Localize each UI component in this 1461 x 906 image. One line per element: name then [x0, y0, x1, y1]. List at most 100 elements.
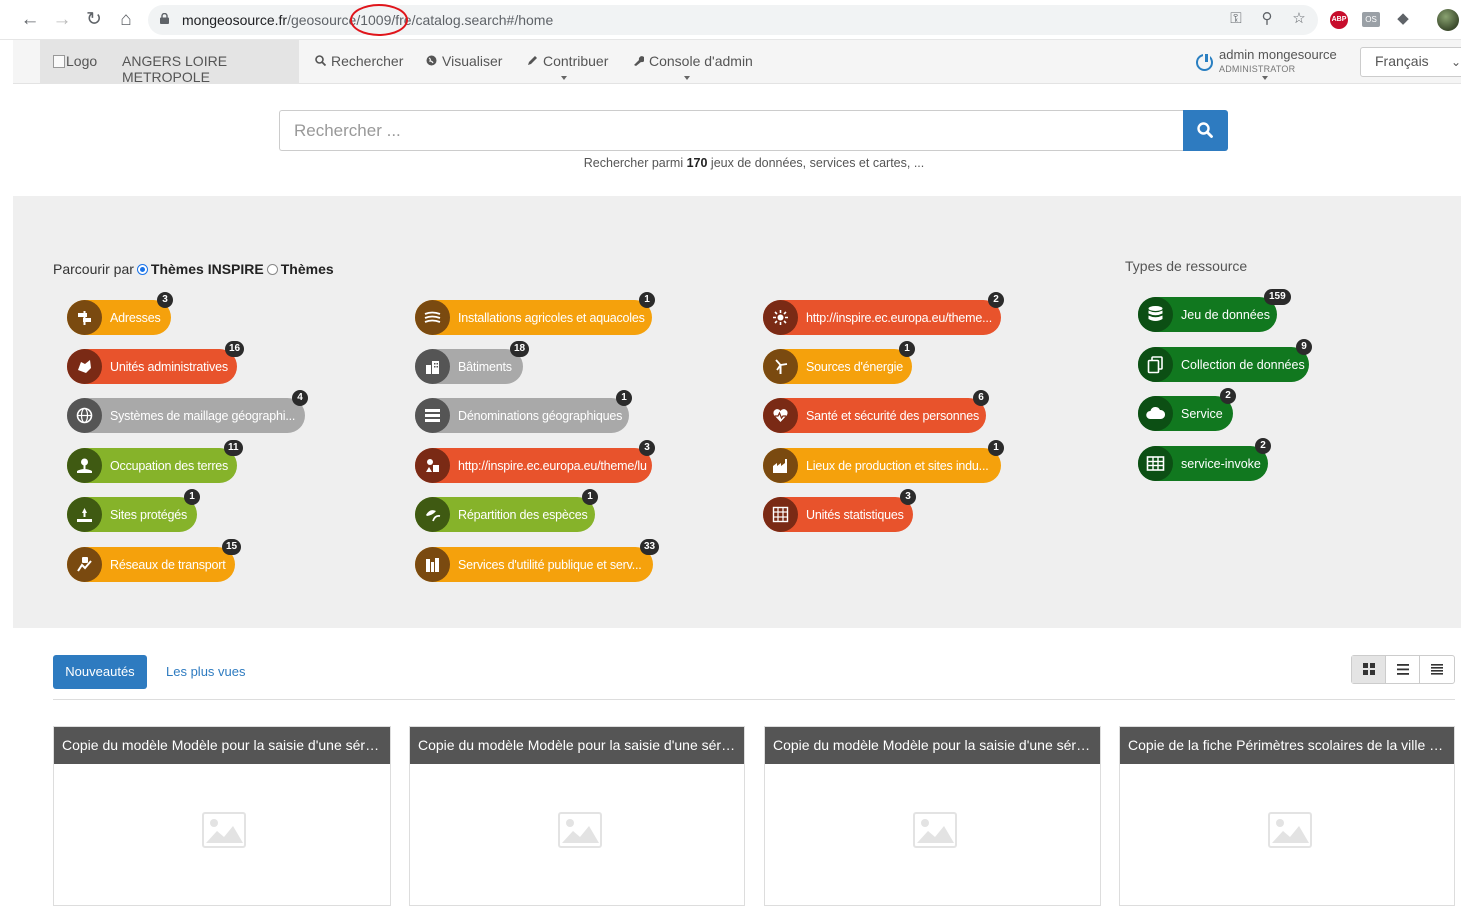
compact-view-button[interactable]	[1420, 656, 1454, 683]
theme-label: http://inspire.ec.europa.eu/theme/lu	[458, 459, 647, 473]
image-placeholder-icon	[913, 812, 957, 848]
theme-occupation-terres[interactable]: Occupation des terres 11	[67, 440, 243, 483]
theme-reseaux-transport[interactable]: Réseaux de transport 15	[67, 539, 242, 582]
menu-console-admin[interactable]: Console d'admin	[633, 53, 753, 69]
pencil-icon	[527, 55, 538, 69]
theme-count: 1	[639, 292, 655, 308]
theme-denominations-geographiques[interactable]: Dénominations géographiques 1	[415, 390, 632, 433]
menu-label: Contribuer	[543, 53, 609, 69]
type-service[interactable]: Service 2	[1138, 388, 1236, 431]
record-card[interactable]: Copie de la fiche Périmètres scolaires d…	[1119, 726, 1455, 906]
type-service-invoke[interactable]: service-invoke 2	[1138, 438, 1271, 481]
extension-diamond-icon[interactable]: ◆	[1394, 10, 1412, 28]
theme-installations-agricoles[interactable]: Installations agricoles et aquacoles 1	[415, 292, 655, 335]
copy-icon	[1138, 347, 1173, 382]
key-icon[interactable]: ⚿	[1227, 10, 1245, 28]
chevron-down-icon	[684, 76, 690, 80]
theme-sante-securite[interactable]: Santé et sécurité des personnes 6	[763, 390, 989, 433]
theme-label: Installations agricoles et aquacoles	[458, 311, 645, 325]
species-icon	[415, 497, 450, 532]
theme-lieux-production[interactable]: Lieux de production et sites indu... 1	[763, 440, 1004, 483]
theme-adresses[interactable]: Adresses 3	[67, 292, 173, 335]
menu-rechercher[interactable]: Rechercher	[315, 53, 403, 69]
org-name: ANGERS LOIRE METROPOLE	[122, 53, 228, 85]
type-collection-de-donnees[interactable]: Collection de données 9	[1138, 339, 1312, 382]
theme-count: 18	[510, 341, 530, 357]
menu-label: Visualiser	[442, 53, 503, 69]
browser-toolbar: ← → ↻ ⌂ mongeosource.fr/geosource/1009/f…	[0, 0, 1461, 40]
table-icon	[1138, 446, 1173, 481]
card-title[interactable]: Copie du modèle Modèle pour la saisie d'…	[765, 727, 1100, 764]
type-label: Collection de données	[1181, 358, 1305, 372]
search-button[interactable]	[1183, 110, 1228, 151]
home-icon[interactable]: ⌂	[114, 8, 138, 32]
tab-plus-vues[interactable]: Les plus vues	[166, 664, 246, 679]
tabs-divider	[53, 699, 1455, 700]
address-sign-icon	[67, 300, 102, 335]
theme-count: 4	[292, 390, 308, 406]
url-highlight-circle	[350, 4, 408, 36]
theme-sources-energie[interactable]: Sources d'énergie 1	[763, 341, 915, 384]
brand[interactable]: Logo ANGERS LOIRE METROPOLE	[40, 40, 299, 85]
record-card[interactable]: Copie du modèle Modèle pour la saisie d'…	[764, 726, 1101, 906]
search-hint: Rechercher parmi 170 jeux de données, se…	[0, 156, 1461, 170]
adblock-icon[interactable]: ABP	[1330, 11, 1348, 29]
theme-inspire-lu[interactable]: http://inspire.ec.europa.eu/theme/lu 3	[415, 440, 655, 483]
resource-types-title: Types de ressource	[1125, 258, 1248, 274]
card-title[interactable]: Copie de la fiche Périmètres scolaires d…	[1120, 727, 1454, 764]
forward-icon[interactable]: →	[50, 8, 74, 32]
radio-inspire[interactable]	[136, 264, 148, 275]
record-card[interactable]: Copie du modèle Modèle pour la saisie d'…	[53, 726, 391, 906]
cloud-icon	[1138, 396, 1173, 431]
theme-count: 11	[224, 440, 243, 456]
names-list-icon	[415, 398, 450, 433]
menu-visualiser[interactable]: Visualiser	[426, 53, 502, 69]
environment-icon	[763, 300, 798, 335]
record-card[interactable]: Copie du modèle Modèle pour la saisie d'…	[409, 726, 745, 906]
theme-sites-proteges[interactable]: Sites protégés 1	[67, 489, 200, 532]
option-inspire-label[interactable]: Thèmes INSPIRE	[151, 261, 264, 277]
back-icon[interactable]: ←	[18, 8, 42, 32]
theme-unites-statistiques[interactable]: Unités statistiques 3	[763, 489, 916, 532]
profile-avatar[interactable]	[1437, 9, 1459, 31]
option-themes-label[interactable]: Thèmes	[281, 261, 334, 277]
theme-services-utilite-publique[interactable]: Services d'utilité publique et serv... 3…	[415, 539, 660, 582]
star-icon[interactable]: ☆	[1290, 10, 1308, 28]
card-title[interactable]: Copie du modèle Modèle pour la saisie d'…	[54, 727, 390, 764]
theme-label: Lieux de production et sites indu...	[806, 459, 989, 473]
theme-unites-administratives[interactable]: Unités administratives 16	[67, 341, 245, 384]
menu-contribuer[interactable]: Contribuer	[527, 53, 608, 69]
theme-repartition-especes[interactable]: Répartition des espèces 1	[415, 489, 598, 532]
reload-icon[interactable]: ↻	[82, 8, 106, 32]
list-view-button[interactable]	[1386, 656, 1420, 683]
globe-icon	[426, 55, 437, 69]
search-input[interactable]	[279, 110, 1184, 151]
extension-icon[interactable]: OS	[1362, 12, 1380, 27]
browse-panel: Parcourir par Thèmes INSPIRE Thèmes Types …	[13, 196, 1461, 628]
language-select[interactable]: Français ⌄	[1360, 47, 1461, 77]
type-jeu-de-donnees[interactable]: Jeu de données 159	[1138, 289, 1291, 332]
grid-view-button[interactable]	[1352, 656, 1386, 683]
radio-themes[interactable]	[266, 264, 278, 275]
card-title[interactable]: Copie du modèle Modèle pour la saisie d'…	[410, 727, 744, 764]
type-label: Service	[1181, 407, 1223, 421]
theme-count: 1	[899, 341, 915, 357]
theme-systemes-maillage[interactable]: Systèmes de maillage géographi... 4	[67, 390, 308, 433]
theme-inspire-other[interactable]: http://inspire.ec.europa.eu/theme... 2	[763, 292, 1004, 335]
wrench-icon	[633, 55, 645, 69]
user-role: ADMINISTRATOR	[1219, 64, 1296, 74]
theme-batiments[interactable]: Bâtiments 18	[415, 341, 530, 384]
address-bar[interactable]: mongeosource.fr/geosource/1009/fre/catal…	[148, 5, 1318, 35]
theme-label: Systèmes de maillage géographi...	[110, 409, 296, 423]
theme-count: 16	[225, 341, 245, 357]
zoom-icon[interactable]: ⚲	[1258, 10, 1276, 28]
broken-image-icon	[53, 55, 65, 68]
theme-label: Occupation des terres	[110, 459, 229, 473]
protected-site-icon	[67, 497, 102, 532]
tab-nouveautes[interactable]: Nouveautés	[53, 655, 147, 689]
type-count: 2	[1255, 438, 1271, 454]
theme-label: http://inspire.ec.europa.eu/theme...	[806, 311, 992, 325]
theme-label: Services d'utilité publique et serv...	[458, 558, 642, 572]
language-value: Français	[1375, 53, 1429, 69]
factory-icon	[763, 448, 798, 483]
